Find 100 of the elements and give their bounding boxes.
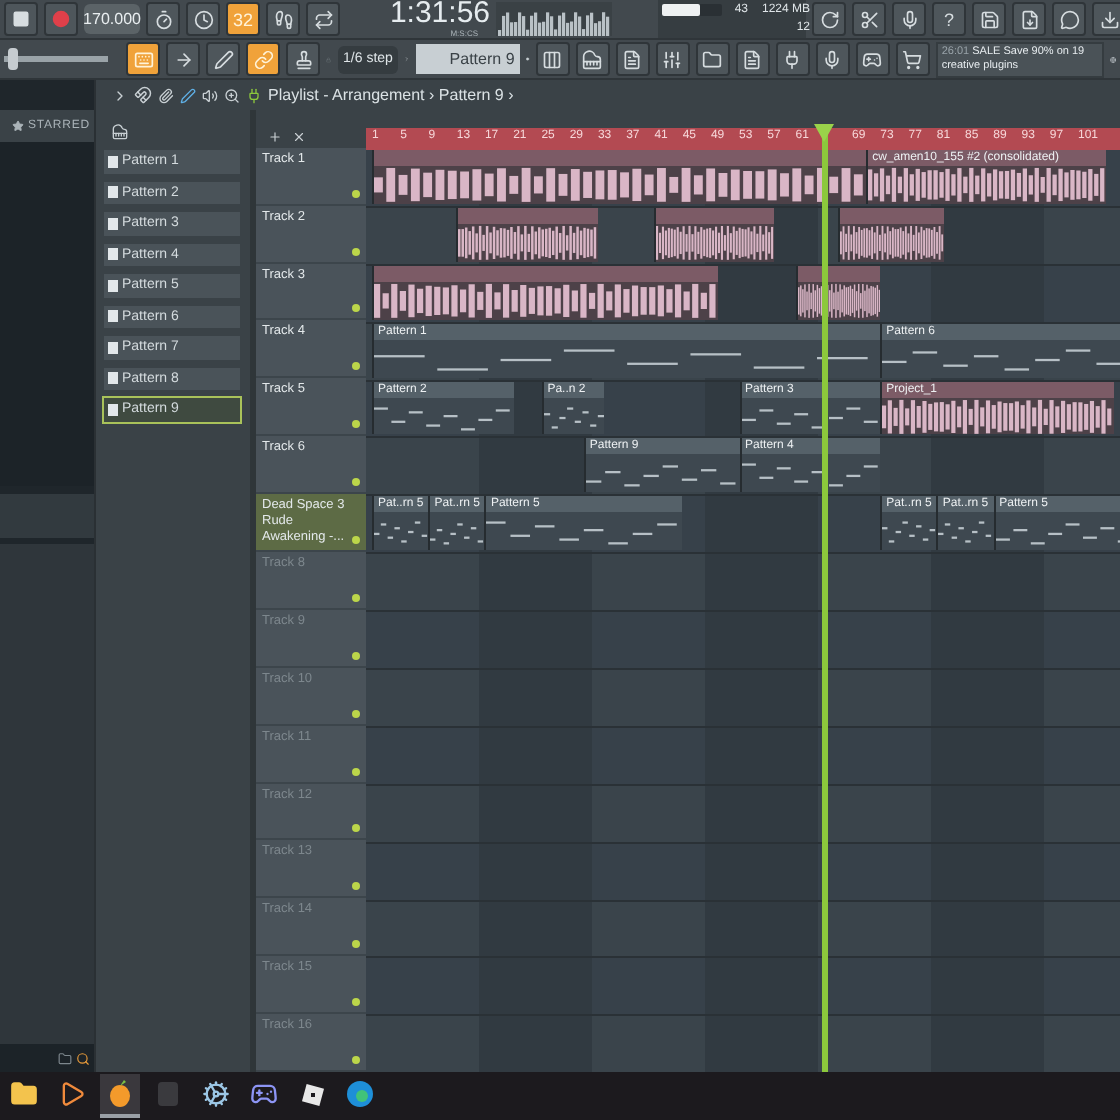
status-dot [352, 998, 360, 1007]
fruit-icon [108, 1080, 132, 1108]
metronome-button[interactable] [146, 2, 180, 36]
close-icon[interactable] [292, 129, 306, 144]
microphone-icon [899, 9, 919, 29]
plug-icon[interactable] [246, 87, 262, 103]
star-icon [12, 120, 24, 132]
status-dot [352, 247, 360, 256]
stop-button[interactable] [4, 2, 38, 36]
add-icon[interactable] [268, 129, 282, 144]
folder-icon[interactable] [58, 1051, 72, 1065]
waveform-drawing [839, 223, 944, 262]
speaker-icon[interactable] [202, 87, 218, 103]
scissors-icon [859, 9, 879, 29]
plugin-button[interactable] [775, 42, 810, 76]
status-dot [352, 824, 360, 833]
wait-button[interactable] [186, 2, 220, 36]
play-icon [58, 1080, 86, 1108]
status-dot [352, 940, 360, 949]
save-icon [979, 9, 999, 29]
gear-icon [202, 1080, 230, 1108]
stamp-icon [293, 49, 313, 69]
status-dot [352, 362, 360, 371]
keyboard-icon [133, 49, 153, 69]
playlist-title: Playlist - Arrangement › Pattern 9 › [268, 86, 514, 104]
columns-icon [542, 49, 563, 69]
mixer-button[interactable] [655, 42, 690, 76]
status-dot [352, 882, 360, 891]
arrow-icon [173, 49, 193, 69]
save-button[interactable] [972, 2, 1006, 36]
audio-clip[interactable] [456, 207, 598, 262]
chain-link-icon [253, 49, 273, 69]
arrow-button[interactable] [166, 42, 200, 76]
folder-icon [10, 1080, 38, 1108]
swirl-icon [346, 1080, 374, 1108]
loop-button[interactable] [306, 2, 340, 36]
browser-button[interactable] [695, 42, 730, 76]
piano-icon[interactable] [112, 123, 128, 139]
square-icon [12, 10, 30, 28]
status-dot [352, 304, 360, 313]
playhead-marker-icon[interactable] [813, 124, 834, 142]
refresh-icon [819, 9, 839, 29]
magnet-icon[interactable] [134, 86, 152, 104]
typing-button[interactable] [126, 42, 160, 76]
pencil-icon [213, 49, 233, 69]
step-button[interactable] [266, 2, 300, 36]
clock-icon [193, 9, 213, 29]
audio-clip[interactable] [372, 265, 718, 320]
status-dot [352, 535, 360, 544]
document-icon [622, 49, 643, 69]
folder-icon [702, 49, 723, 69]
sliders-icon [662, 49, 683, 69]
cart-button[interactable] [895, 42, 930, 76]
paperclip-icon[interactable] [158, 87, 174, 103]
status-dot [352, 593, 360, 602]
tempo-field[interactable]: 170.000 [84, 4, 140, 34]
record-icon [52, 10, 70, 28]
download-button[interactable] [1092, 2, 1120, 36]
piano-roll-button[interactable] [575, 42, 610, 76]
export-button[interactable] [1012, 2, 1046, 36]
gamepad-button[interactable] [855, 42, 890, 76]
playlist-button[interactable] [535, 42, 570, 76]
loop-icon [313, 9, 333, 29]
help-button[interactable]: ? [932, 2, 966, 36]
gamepad-icon [862, 49, 883, 69]
download-icon [1099, 9, 1119, 29]
chat-button[interactable] [1052, 2, 1086, 36]
microphone-button[interactable] [892, 2, 926, 36]
stopwatch-icon [153, 9, 173, 29]
pen-button[interactable] [206, 42, 240, 76]
status-dot [352, 651, 360, 660]
pen-icon[interactable] [180, 87, 196, 103]
export-icon [1019, 9, 1039, 29]
cart-icon [902, 49, 923, 69]
status-dot [352, 189, 360, 198]
document-button[interactable] [735, 42, 770, 76]
microphone-button[interactable] [815, 42, 850, 76]
audio-clip[interactable] [654, 207, 775, 262]
song-time: 1:31:56 [389, 0, 490, 28]
refresh-button[interactable] [812, 2, 846, 36]
chat-icon [1059, 9, 1079, 29]
link-button[interactable] [246, 42, 280, 76]
status-dot [352, 420, 360, 429]
status-dot [352, 1056, 360, 1064]
audio-clip[interactable] [837, 207, 944, 262]
waveform-drawing [458, 223, 598, 262]
slider-thumb[interactable] [7, 48, 18, 70]
waveform-drawing [797, 281, 881, 320]
pattern-selector[interactable]: Pattern 9 [416, 44, 521, 74]
zoom-icon[interactable] [224, 87, 240, 103]
status-dot [352, 767, 360, 776]
stamp-button[interactable] [286, 42, 320, 76]
status-dot [352, 709, 360, 718]
scissors-button[interactable] [852, 2, 886, 36]
audio-clip[interactable] [372, 150, 867, 204]
microphone-icon [822, 49, 843, 69]
footprints-icon [273, 9, 293, 29]
waveform-drawing [656, 223, 775, 262]
status-dot [352, 478, 360, 487]
search-icon[interactable] [76, 1051, 90, 1065]
